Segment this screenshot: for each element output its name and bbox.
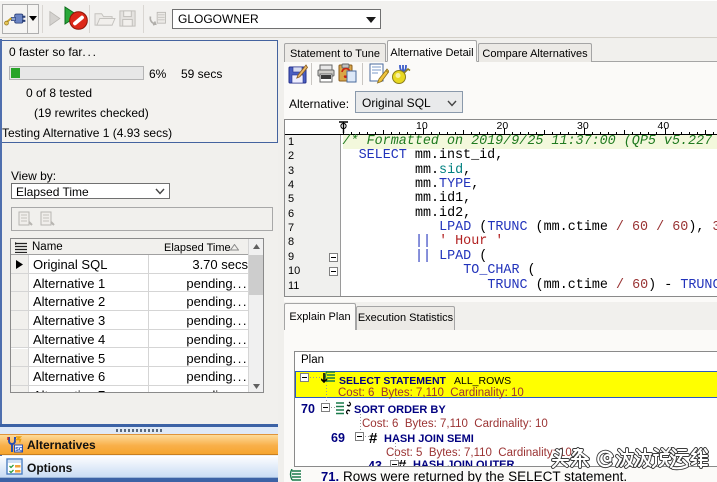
svg-text:SQL: SQL	[15, 447, 23, 453]
